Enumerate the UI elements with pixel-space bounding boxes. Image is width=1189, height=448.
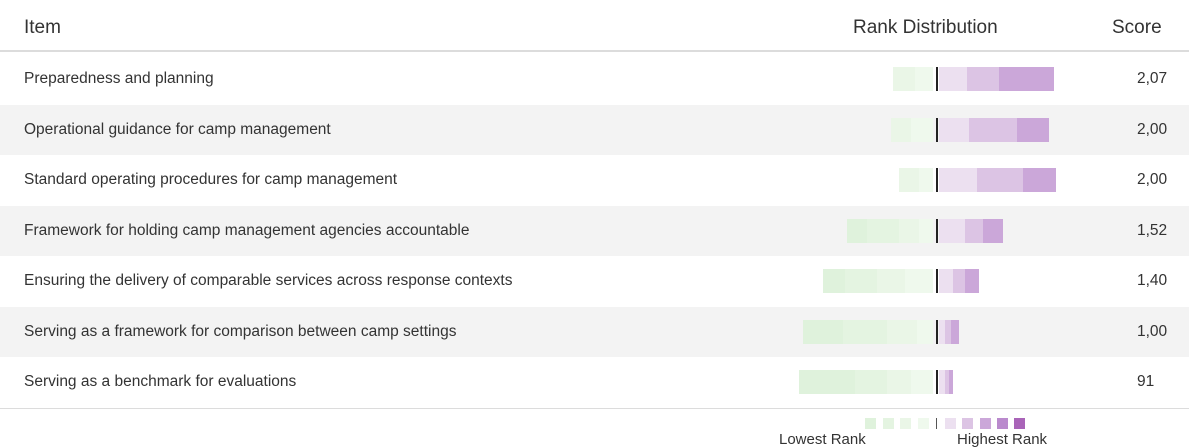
score-value: 2,07	[1137, 70, 1168, 87]
column-header-score[interactable]: Score	[1112, 17, 1162, 39]
legend-high-swatch	[980, 418, 991, 429]
high-rank-segment	[999, 67, 1054, 91]
low-rank-segment	[887, 370, 911, 394]
low-rank-segment	[917, 319, 933, 344]
rank-divider-line	[936, 218, 938, 243]
rank-divider-line	[936, 269, 938, 293]
low-rank-segment	[803, 319, 843, 344]
high-rank-segment	[939, 117, 969, 142]
table-bottom-divider	[0, 408, 1189, 409]
low-rank-segment	[823, 269, 845, 293]
high-rank-segment	[939, 319, 945, 344]
high-rank-segment	[983, 218, 1003, 243]
low-rank-segment	[919, 168, 933, 192]
table-header: Item Rank Distribution Score	[0, 0, 1189, 52]
legend-highest-label: Highest Rank	[957, 431, 1048, 448]
legend-low-swatch	[918, 418, 929, 429]
low-rank-segment	[855, 370, 887, 394]
score-value: 1,00	[1137, 322, 1168, 340]
high-rank-segment	[965, 218, 983, 243]
low-rank-segment	[847, 218, 867, 243]
score-value: 2,00	[1137, 120, 1168, 138]
score-value: 91	[1137, 373, 1155, 390]
table-row[interactable]: Framework for holding camp management ag…	[0, 205, 1189, 256]
low-rank-segment	[867, 218, 899, 243]
score-value: 1,40	[1137, 272, 1168, 289]
legend-low-swatch	[900, 418, 911, 429]
item-label: Preparedness and planning	[24, 70, 214, 87]
high-rank-segment	[939, 67, 967, 91]
legend-lowest-label: Lowest Rank	[779, 431, 866, 448]
table-row[interactable]: Operational guidance for camp management…	[0, 104, 1189, 155]
item-label: Operational guidance for camp management	[24, 120, 331, 138]
high-rank-segment	[945, 370, 949, 394]
low-rank-segment	[887, 319, 917, 344]
rank-divider-line	[936, 168, 938, 192]
low-rank-segment	[911, 370, 933, 394]
table-row[interactable]: Serving as a framework for comparison be…	[0, 306, 1189, 357]
table-row[interactable]: Standard operating procedures for camp m…	[0, 155, 1189, 206]
legend-low-swatch	[865, 418, 876, 429]
rank-divider-line	[936, 67, 938, 91]
legend-high-swatch	[1014, 418, 1025, 429]
item-label: Serving as a benchmark for evaluations	[24, 373, 297, 390]
legend-high-swatch	[945, 418, 956, 429]
high-rank-segment	[945, 319, 951, 344]
high-rank-segment	[1023, 168, 1056, 192]
high-rank-segment	[953, 269, 965, 293]
low-rank-segment	[905, 269, 933, 293]
low-rank-segment	[845, 269, 877, 293]
legend-low-swatch	[883, 418, 894, 429]
item-label: Framework for holding camp management ag…	[24, 221, 470, 239]
high-rank-segment	[939, 168, 977, 192]
high-rank-segment	[977, 168, 1023, 192]
table-row[interactable]: Ensuring the delivery of comparable serv…	[0, 256, 1189, 307]
rank-divider-line	[936, 319, 938, 344]
high-rank-segment	[939, 218, 965, 243]
low-rank-segment	[919, 218, 933, 243]
table-row[interactable]: Preparedness and planning 2,07	[0, 54, 1189, 105]
low-rank-segment	[877, 269, 905, 293]
high-rank-segment	[939, 370, 945, 394]
low-rank-segment	[893, 67, 915, 91]
high-rank-segment	[949, 370, 953, 394]
column-header-item[interactable]: Item	[24, 17, 61, 39]
low-rank-segment	[911, 117, 933, 142]
high-rank-segment	[939, 269, 953, 293]
high-rank-segment	[969, 117, 1017, 142]
rank-divider-line	[936, 117, 938, 142]
column-header-rank-distribution[interactable]: Rank Distribution	[853, 17, 998, 39]
low-rank-segment	[843, 319, 887, 344]
item-label: Serving as a framework for comparison be…	[24, 322, 457, 340]
score-value: 1,52	[1137, 221, 1168, 239]
legend-zero-line	[936, 418, 937, 429]
high-rank-segment	[951, 319, 959, 344]
rank-legend: Lowest Rank Highest Rank	[0, 418, 1189, 448]
rank-divider-line	[936, 370, 938, 394]
low-rank-segment	[799, 370, 855, 394]
high-rank-segment	[1017, 117, 1049, 142]
high-rank-segment	[967, 67, 999, 91]
low-rank-segment	[899, 218, 919, 243]
low-rank-segment	[891, 117, 911, 142]
low-rank-segment	[915, 67, 933, 91]
legend-high-swatch	[997, 418, 1008, 429]
item-label: Ensuring the delivery of comparable serv…	[24, 272, 513, 289]
score-value: 2,00	[1137, 171, 1168, 188]
legend-high-swatch	[962, 418, 973, 429]
table-row[interactable]: Serving as a benchmark for evaluations 91	[0, 357, 1189, 408]
high-rank-segment	[965, 269, 979, 293]
low-rank-segment	[899, 168, 919, 192]
table-body: Preparedness and planning 2,07 Operational…	[0, 54, 1189, 408]
item-label: Standard operating procedures for camp m…	[24, 171, 398, 188]
